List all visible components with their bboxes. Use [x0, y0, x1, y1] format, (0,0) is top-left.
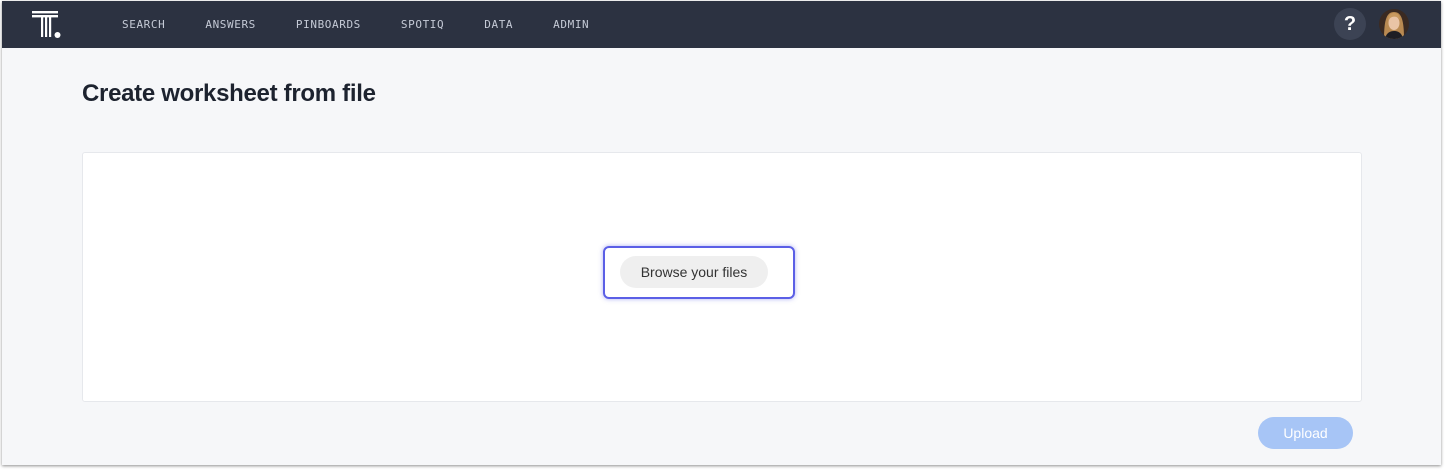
nav-item-spotiq[interactable]: SPOTIQ: [401, 18, 444, 31]
nav-item-admin[interactable]: ADMIN: [553, 18, 589, 31]
user-avatar[interactable]: [1379, 9, 1409, 39]
browse-focus-ring: Browse your files: [603, 246, 795, 299]
main-nav: SEARCH ANSWERS PINBOARDS SPOTIQ DATA ADM…: [122, 1, 629, 48]
help-button[interactable]: ?: [1334, 8, 1366, 40]
thoughtspot-logo-icon[interactable]: [32, 10, 62, 40]
page-title: Create worksheet from file: [82, 80, 376, 107]
help-icon: ?: [1343, 12, 1357, 35]
upload-button[interactable]: Upload: [1258, 417, 1353, 449]
app-window: SEARCH ANSWERS PINBOARDS SPOTIQ DATA ADM…: [2, 1, 1441, 465]
nav-item-search[interactable]: SEARCH: [122, 18, 165, 31]
nav-item-pinboards[interactable]: PINBOARDS: [296, 18, 361, 31]
top-nav-bar: SEARCH ANSWERS PINBOARDS SPOTIQ DATA ADM…: [2, 1, 1441, 48]
nav-item-data[interactable]: DATA: [484, 18, 513, 31]
avatar-image: [1379, 9, 1409, 39]
browse-files-button[interactable]: Browse your files: [620, 256, 768, 288]
nav-item-answers[interactable]: ANSWERS: [205, 18, 256, 31]
file-drop-panel[interactable]: Browse your files: [82, 152, 1362, 402]
